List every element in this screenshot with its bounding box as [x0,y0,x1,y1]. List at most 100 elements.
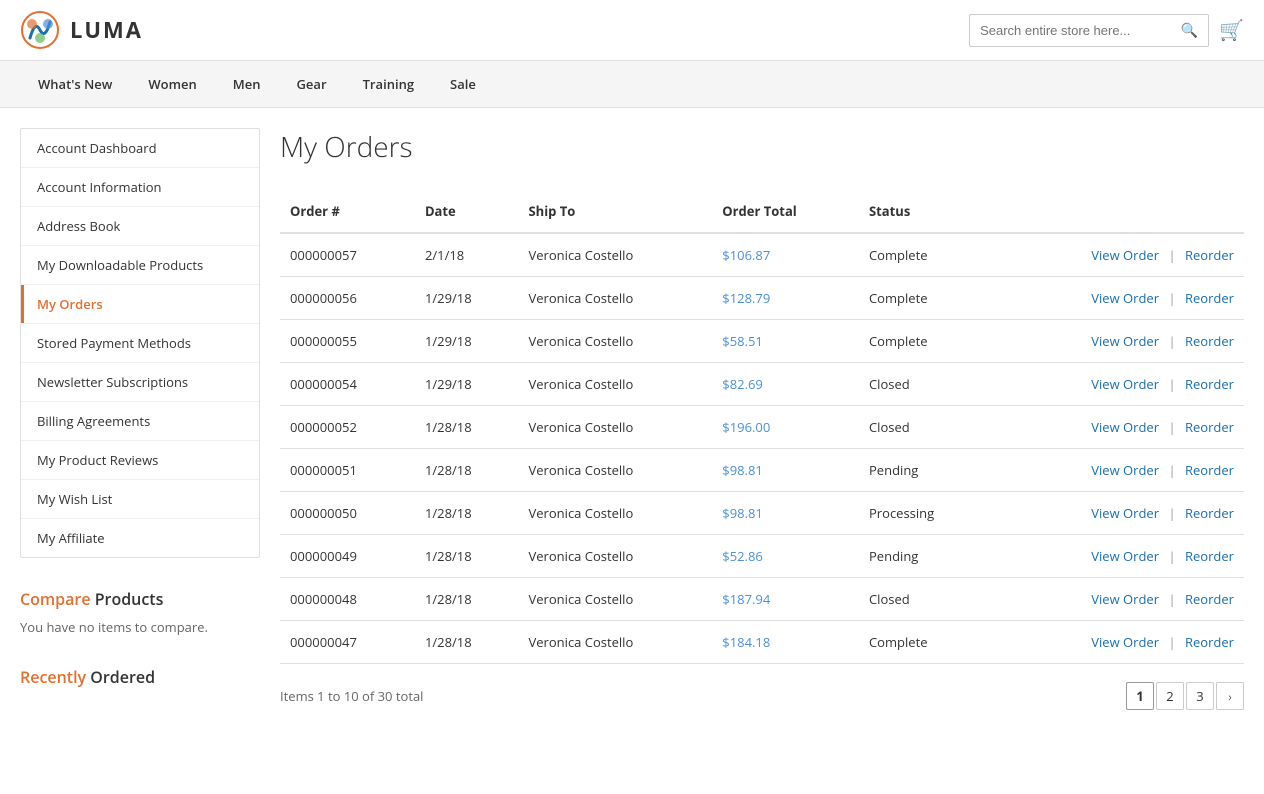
cell-actions: View Order | Reorder [991,320,1244,363]
table-row: 000000050 1/28/18 Veronica Costello $98.… [280,492,1244,535]
compare-title-rest: Products [95,588,164,610]
view-order-link[interactable]: View Order [1091,332,1159,350]
sidebar-link-wishlist[interactable]: My Wish List [21,480,259,518]
logo-area: LUMA [20,10,143,50]
page-btn-1[interactable]: 1 [1126,682,1154,710]
action-separator: | [1168,504,1179,522]
cell-total: $184.18 [712,621,859,664]
sidebar-item-address-book: Address Book [21,207,259,246]
reorder-link[interactable]: Reorder [1185,289,1234,307]
view-order-link[interactable]: View Order [1091,461,1159,479]
sidebar-link-billing[interactable]: Billing Agreements [21,402,259,440]
main-content: My Orders Order # Date Ship To Order Tot… [280,128,1244,710]
nav-item-training[interactable]: Training [345,61,432,107]
sidebar-link-account-information[interactable]: Account Information [21,168,259,206]
sidebar-item-account-information: Account Information [21,168,259,207]
action-separator: | [1168,418,1179,436]
cell-total: $98.81 [712,449,859,492]
reorder-link[interactable]: Reorder [1185,504,1234,522]
cell-date: 2/1/18 [415,233,519,277]
cell-actions: View Order | Reorder [991,406,1244,449]
view-order-link[interactable]: View Order [1091,375,1159,393]
cell-status: Pending [859,449,991,492]
reorder-link[interactable]: Reorder [1185,547,1234,565]
cell-total: $196.00 [712,406,859,449]
cell-status: Complete [859,277,991,320]
action-separator: | [1168,590,1179,608]
table-row: 000000047 1/28/18 Veronica Costello $184… [280,621,1244,664]
cell-actions: View Order | Reorder [991,492,1244,535]
cell-ship-to: Veronica Costello [519,621,713,664]
reorder-link[interactable]: Reorder [1185,461,1234,479]
table-row: 000000049 1/28/18 Veronica Costello $52.… [280,535,1244,578]
view-order-link[interactable]: View Order [1091,633,1159,651]
cart-button[interactable]: 🛒 [1219,18,1244,43]
view-order-link[interactable]: View Order [1091,504,1159,522]
compare-no-items-text: You have no items to compare. [20,618,260,636]
sidebar-link-stored-payment[interactable]: Stored Payment Methods [21,324,259,362]
cell-order-num: 000000047 [280,621,415,664]
cell-total: $187.94 [712,578,859,621]
nav-item-whats-new[interactable]: What's New [20,61,130,107]
logo-text: LUMA [70,15,143,45]
reorder-link[interactable]: Reorder [1185,418,1234,436]
cell-ship-to: Veronica Costello [519,492,713,535]
sidebar-link-affiliate[interactable]: My Affiliate [21,519,259,557]
reorder-link[interactable]: Reorder [1185,375,1234,393]
cell-status: Complete [859,320,991,363]
search-button[interactable]: 🔍 [1171,15,1208,46]
orders-table-head: Order # Date Ship To Order Total Status [280,190,1244,233]
cell-status: Closed [859,578,991,621]
view-order-link[interactable]: View Order [1091,289,1159,307]
cell-status: Processing [859,492,991,535]
search-bar: 🔍 [969,14,1209,47]
header-right: 🔍 🛒 [969,14,1244,47]
view-order-link[interactable]: View Order [1091,547,1159,565]
orders-table-header-row: Order # Date Ship To Order Total Status [280,190,1244,233]
luma-logo-icon [20,10,60,50]
reorder-link[interactable]: Reorder [1185,332,1234,350]
sidebar-link-orders[interactable]: My Orders [21,285,259,323]
sidebar-link-downloadable[interactable]: My Downloadable Products [21,246,259,284]
col-header-ship-to: Ship To [519,190,713,233]
cell-order-num: 000000056 [280,277,415,320]
cell-ship-to: Veronica Costello [519,406,713,449]
cell-ship-to: Veronica Costello [519,363,713,406]
nav-item-men[interactable]: Men [215,61,279,107]
site-header: LUMA 🔍 🛒 [0,0,1264,61]
table-row: 000000056 1/29/18 Veronica Costello $128… [280,277,1244,320]
view-order-link[interactable]: View Order [1091,246,1159,264]
cell-status: Pending [859,535,991,578]
cell-actions: View Order | Reorder [991,535,1244,578]
pagination-info: Items 1 to 10 of 30 total [280,687,423,705]
search-input[interactable] [970,16,1171,45]
cell-total: $128.79 [712,277,859,320]
sidebar-item-stored-payment: Stored Payment Methods [21,324,259,363]
sidebar-link-address-book[interactable]: Address Book [21,207,259,245]
page-btn-3[interactable]: 3 [1186,682,1214,710]
cell-total: $106.87 [712,233,859,277]
page-btn-2[interactable]: 2 [1156,682,1184,710]
sidebar: Account Dashboard Account Information Ad… [20,128,260,710]
nav-item-gear[interactable]: Gear [279,61,345,107]
page-btn-next[interactable]: › [1216,682,1244,710]
table-row: 000000057 2/1/18 Veronica Costello $106.… [280,233,1244,277]
sidebar-link-reviews[interactable]: My Product Reviews [21,441,259,479]
recently-ordered-highlight: Recently [20,666,86,688]
nav-item-sale[interactable]: Sale [432,61,494,107]
sidebar-link-account-dashboard[interactable]: Account Dashboard [21,129,259,167]
cell-status: Complete [859,233,991,277]
sidebar-link-newsletter[interactable]: Newsletter Subscriptions [21,363,259,401]
orders-table-body: 000000057 2/1/18 Veronica Costello $106.… [280,233,1244,664]
table-row: 000000054 1/29/18 Veronica Costello $82.… [280,363,1244,406]
cell-date: 1/29/18 [415,363,519,406]
cell-date: 1/28/18 [415,535,519,578]
reorder-link[interactable]: Reorder [1185,246,1234,264]
cell-status: Closed [859,363,991,406]
nav-item-women[interactable]: Women [130,61,214,107]
reorder-link[interactable]: Reorder [1185,590,1234,608]
view-order-link[interactable]: View Order [1091,590,1159,608]
view-order-link[interactable]: View Order [1091,418,1159,436]
cell-actions: View Order | Reorder [991,621,1244,664]
reorder-link[interactable]: Reorder [1185,633,1234,651]
